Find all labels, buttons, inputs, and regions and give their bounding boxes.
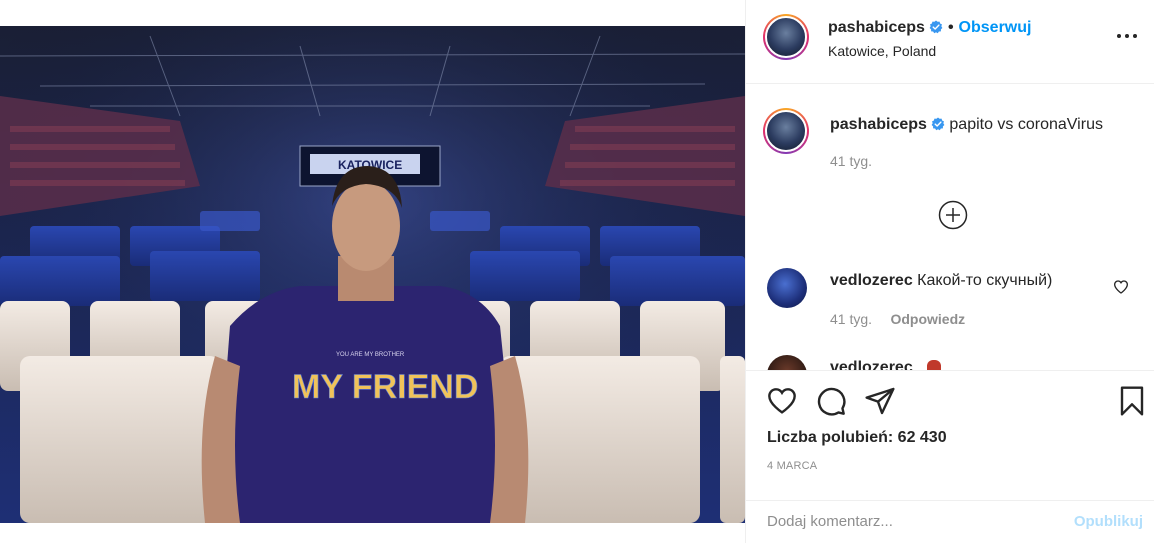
likes-count[interactable]: Liczba polubień: 62 430 <box>767 429 947 447</box>
comment-avatar[interactable] <box>767 355 807 370</box>
comment-partial-username: vedlozerec <box>830 359 913 370</box>
caption-text: papito vs coronaVirus <box>949 116 1103 133</box>
photo-top-margin <box>0 0 745 26</box>
comment-avatar[interactable] <box>767 268 807 308</box>
comment-partial: vedlozerec <box>830 359 1070 370</box>
follow-button[interactable]: Obserwuj <box>959 19 1032 36</box>
photo-shirt-small-text: YOU ARE MY BROTHER <box>336 352 405 358</box>
heart-icon[interactable] <box>766 385 798 417</box>
arena-photo-illustration: KATOWICE YOU ARE MY BROTHER MY FRIEND <box>0 26 745 523</box>
load-more-icon[interactable] <box>938 200 968 230</box>
comment-text: Какой-то скучный) <box>917 272 1053 289</box>
heart-emoji-icon <box>927 360 942 370</box>
header-separator: • <box>947 19 954 36</box>
caption-time[interactable]: 41 tyg. <box>830 153 872 169</box>
post-actions: Liczba polubień: 62 430 4 MARCA <box>746 370 1154 490</box>
comment-input[interactable]: Dodaj komentarz... <box>767 513 893 530</box>
header-username[interactable]: pashabiceps <box>828 19 925 36</box>
caption-avatar[interactable] <box>763 108 809 154</box>
reply-button[interactable]: Odpowiedz <box>890 311 965 327</box>
caption: pashabiceps papito vs coronaVirus <box>830 116 1103 134</box>
verified-icon <box>931 117 945 131</box>
photo-shirt-text: MY FRIEND <box>292 368 478 406</box>
caption-username[interactable]: pashabiceps <box>830 116 927 133</box>
comment-like-heart-icon[interactable] <box>1113 279 1129 295</box>
bookmark-icon[interactable] <box>1116 385 1148 417</box>
post-photo[interactable]: KATOWICE YOU ARE MY BROTHER MY FRIEND <box>0 26 745 523</box>
header-user-line: pashabiceps • Obserwuj <box>828 19 1031 37</box>
verified-icon <box>929 20 943 34</box>
comment-username[interactable]: vedlozerec <box>830 272 913 289</box>
comment-meta: 41 tyg. Odpowiedz <box>830 311 965 329</box>
comments-section: pashabiceps papito vs coronaVirus 41 tyg… <box>746 85 1154 370</box>
post-header: pashabiceps • Obserwuj Katowice, Poland <box>746 0 1154 84</box>
avatar[interactable] <box>763 14 809 60</box>
post-date[interactable]: 4 MARCA <box>767 460 817 472</box>
share-icon[interactable] <box>864 385 896 417</box>
comment-icon[interactable] <box>815 385 847 417</box>
instagram-post-view: KATOWICE YOU ARE MY BROTHER MY FRIEND pa… <box>0 0 1154 543</box>
more-options-icon[interactable] <box>1117 32 1137 40</box>
header-location[interactable]: Katowice, Poland <box>828 43 936 59</box>
publish-button[interactable]: Opublikuj <box>1074 513 1143 530</box>
comment: vedlozerec Какой-то скучный) <box>830 272 1052 290</box>
post-sidebar: pashabiceps • Obserwuj Katowice, Poland pa… <box>745 0 1154 543</box>
add-comment-bar: Dodaj komentarz... Opublikuj <box>746 500 1154 543</box>
comment-time[interactable]: 41 tyg. <box>830 311 872 327</box>
